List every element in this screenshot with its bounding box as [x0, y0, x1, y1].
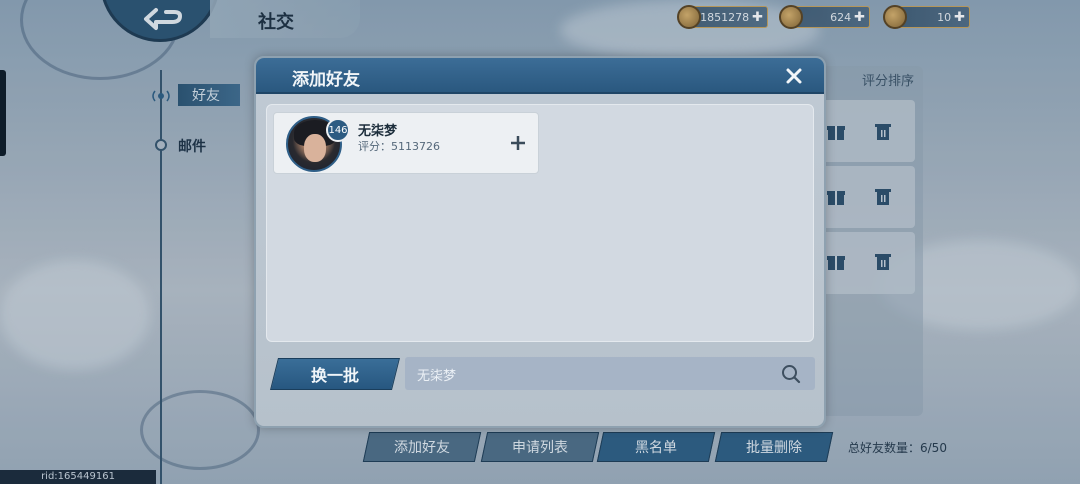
avatar-face: [304, 134, 326, 162]
add-friend-button[interactable]: [506, 131, 530, 155]
add-friend-modal: 添加好友 146 无柒梦 评分：5113726 换一批 无柒梦: [254, 56, 826, 428]
search-input-value: 无柒梦: [417, 369, 457, 384]
player-name: 无柒梦: [358, 124, 398, 139]
player-score: 评分：5113726: [358, 140, 440, 153]
player-card[interactable]: 146 无柒梦 评分：5113726: [273, 112, 539, 174]
plus-icon: [511, 136, 525, 150]
modal-header: 添加好友: [256, 58, 824, 94]
player-list: 146 无柒梦 评分：5113726: [266, 104, 814, 342]
search-icon[interactable]: [781, 364, 801, 384]
close-button[interactable]: [780, 64, 808, 88]
close-icon: [786, 68, 802, 84]
refresh-label: 换一批: [310, 366, 359, 385]
search-input[interactable]: 无柒梦: [405, 357, 815, 390]
level-badge: 146: [326, 118, 350, 142]
refresh-batch-button[interactable]: 换一批: [270, 358, 400, 390]
modal-title: 添加好友: [292, 70, 360, 90]
